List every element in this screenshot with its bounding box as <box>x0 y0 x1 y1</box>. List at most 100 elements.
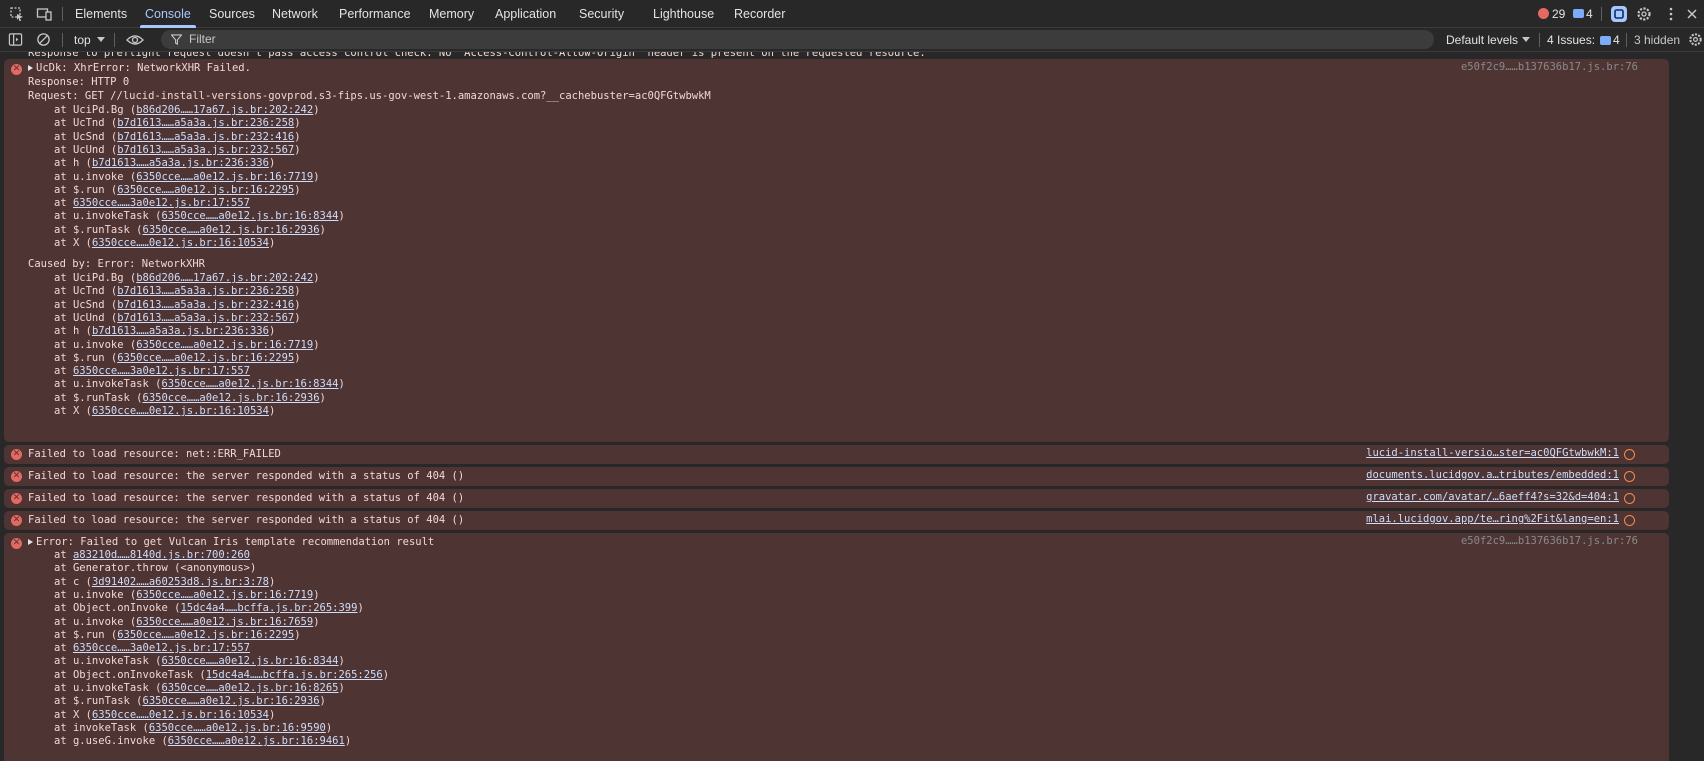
console-settings-icon[interactable] <box>1688 32 1703 47</box>
message-header[interactable]: UcDk: XhrError: NetworkXHR Failed. <box>28 61 251 75</box>
stack-frame-link[interactable]: 15dc4a4……bcffa.js.br:265:256 <box>206 669 383 681</box>
stack-frame-link[interactable]: 15dc4a4……bcffa.js.br:265:399 <box>180 602 357 614</box>
stack-frame: at u.invokeTask (6350cce……a0e12.js.br:16… <box>54 681 345 695</box>
stack-frame-text: ) <box>294 311 301 324</box>
stack-frame-text: at c ( <box>54 575 92 588</box>
stack-frame-text: at UcUnd ( <box>54 311 118 324</box>
ai-assistance-icon[interactable] <box>1610 5 1628 23</box>
issues-count[interactable]: 4 <box>1586 0 1593 28</box>
eye-icon[interactable] <box>126 33 144 47</box>
stack-frame-text: ) <box>268 237 276 249</box>
issues-icon[interactable] <box>1573 9 1584 18</box>
hidden-count: 3 hidden <box>1634 33 1681 47</box>
stack-frame-text: at invokeTask ( <box>54 721 149 734</box>
resource-link[interactable]: gravatar.com/avatar/…6aeff4?s=32&d=404:1 <box>1366 491 1619 503</box>
more-options-icon[interactable] <box>1663 6 1679 22</box>
stack-frame-link[interactable]: 6350cce……a0e12.js.br:16:8344 <box>161 655 338 667</box>
stack-frame-link[interactable]: b7d1613……a5a3a.js.br:236:336 <box>92 157 269 169</box>
stack-frame-link[interactable]: 6350cce……a0e12.js.br:16:7719 <box>136 171 313 183</box>
message-source-link[interactable]: e50f2c9……b137636b17.js.br:76 <box>1461 535 1638 547</box>
stack-frame-link[interactable]: 6350cce……a0e12.js.br:16:2295 <box>117 629 294 641</box>
tab-sources[interactable]: Sources <box>209 0 255 28</box>
tab-recorder[interactable]: Recorder <box>734 0 785 28</box>
stack-frame-link[interactable]: 6350cce……a0e12.js.br:16:2936 <box>143 392 320 404</box>
chevron-down-icon[interactable] <box>97 37 105 43</box>
expand-triangle-icon[interactable] <box>28 539 33 545</box>
error-count-icon[interactable] <box>1538 8 1549 19</box>
inspect-element-icon[interactable] <box>9 6 25 22</box>
network-request-icon[interactable] <box>1624 449 1635 460</box>
network-request-icon[interactable] <box>1624 493 1635 504</box>
tab-elements[interactable]: Elements <box>75 0 127 28</box>
network-request-icon[interactable] <box>1624 515 1635 526</box>
stack-frame-link[interactable]: 6350cce……a0e12.js.br:16:8344 <box>161 378 338 390</box>
stack-frame-link[interactable]: 6350cce……a0e12.js.br:16:9461 <box>168 735 345 747</box>
expand-triangle-icon[interactable] <box>28 65 33 71</box>
stack-frame-link[interactable]: b86d206……17a67.js.br:202:242 <box>136 104 313 116</box>
stack-frame: at $.run (6350cce……a0e12.js.br:16:2295) <box>54 628 301 642</box>
error-count[interactable]: 29 <box>1552 0 1565 28</box>
chevron-down-icon[interactable] <box>1522 37 1530 43</box>
issues-toolbar-count[interactable]: 4 <box>1613 28 1620 52</box>
stack-frame-link[interactable]: 6350cce……3a0e12.js.br:17:557 <box>73 365 250 377</box>
stack-frame-link[interactable]: b7d1613……a5a3a.js.br:236:336 <box>92 325 269 337</box>
stack-frame-link[interactable]: 6350cce……0e12.js.br:16:10534 <box>92 405 269 417</box>
network-request-icon[interactable] <box>1624 471 1635 482</box>
tab-application[interactable]: Application <box>495 0 556 28</box>
clear-console-icon[interactable] <box>36 32 51 47</box>
stack-frame-link[interactable]: b7d1613……a5a3a.js.br:232:416 <box>117 131 294 143</box>
tab-network[interactable]: Network <box>272 0 318 28</box>
issues-label[interactable]: 4 Issues: <box>1547 28 1595 52</box>
sidebar-toggle-icon[interactable] <box>8 32 23 47</box>
stack-frame-link[interactable]: 6350cce……a0e12.js.br:16:8265 <box>161 682 338 694</box>
stack-frame-link[interactable]: b7d1613……a5a3a.js.br:236:258 <box>117 117 294 129</box>
stack-frame-link[interactable]: 6350cce……a0e12.js.br:16:2936 <box>143 224 320 236</box>
stack-frame-link[interactable]: 6350cce……a0e12.js.br:16:7719 <box>136 339 313 351</box>
tab-security[interactable]: Security <box>579 0 624 28</box>
divider <box>62 33 63 47</box>
resource-link[interactable]: documents.lucidgov.a…tributes/embedded:1 <box>1366 469 1619 481</box>
filter-input[interactable]: Filter <box>161 30 1434 49</box>
stack-frame: at X (6350cce……0e12.js.br:16:10534) <box>54 708 275 722</box>
stack-frame: at $.runTask (6350cce……a0e12.js.br:16:29… <box>54 391 326 405</box>
stack-frame-link[interactable]: 6350cce……3a0e12.js.br:17:557 <box>73 197 250 209</box>
stack-frame-link[interactable]: b7d1613……a5a3a.js.br:232:567 <box>117 312 294 324</box>
tab-memory[interactable]: Memory <box>429 0 474 28</box>
stack-frame-link[interactable]: 6350cce……a0e12.js.br:16:9590 <box>149 722 326 734</box>
device-toolbar-icon[interactable] <box>36 6 52 22</box>
stack-frame-link[interactable]: 6350cce……0e12.js.br:16:10534 <box>92 709 269 721</box>
stack-frame-text: at UcTnd ( <box>54 285 118 298</box>
stack-frame-link[interactable]: 6350cce……a0e12.js.br:16:2295 <box>117 184 294 196</box>
stack-frame-link[interactable]: b7d1613……a5a3a.js.br:236:258 <box>117 285 294 297</box>
gear-icon[interactable] <box>1636 6 1652 22</box>
stack-frame-link[interactable]: b86d206……17a67.js.br:202:242 <box>136 272 313 284</box>
stack-frame: at u.invokeTask (6350cce……a0e12.js.br:16… <box>54 654 345 668</box>
context-selector[interactable]: top <box>74 28 91 52</box>
issues-icon[interactable] <box>1600 36 1611 45</box>
stack-frame-link[interactable]: b7d1613……a5a3a.js.br:232:416 <box>117 299 294 311</box>
stack-frame-link[interactable]: 6350cce……a0e12.js.br:16:8344 <box>161 210 338 222</box>
tab-lighthouse[interactable]: Lighthouse <box>653 0 714 28</box>
resource-link[interactable]: lucid-install-versio…ster=ac0QFGtwbwkM:1 <box>1366 447 1619 459</box>
stack-frame-link[interactable]: 6350cce……0e12.js.br:16:10534 <box>92 237 269 249</box>
message-header[interactable]: Error: Failed to get Vulcan Iris templat… <box>28 535 434 549</box>
stack-frame-text: at g.useG.invoke ( <box>54 735 168 748</box>
stack-frame-link[interactable]: b7d1613……a5a3a.js.br:232:567 <box>117 144 294 156</box>
stack-frame-link[interactable]: 6350cce……a0e12.js.br:16:2295 <box>117 352 294 364</box>
stack-frame-link[interactable]: 6350cce……3a0e12.js.br:17:557 <box>73 642 250 654</box>
divider <box>1539 33 1540 47</box>
close-icon[interactable] <box>1684 6 1700 22</box>
stack-frame-link[interactable]: a83210d……8140d.js.br:700:260 <box>73 549 250 561</box>
stack-frame-link[interactable]: 6350cce……a0e12.js.br:16:7659 <box>136 616 313 628</box>
tab-performance[interactable]: Performance <box>339 0 411 28</box>
resource-link[interactable]: mlai.lucidgov.app/te…ring%2Fit&lang=en:1 <box>1366 513 1619 525</box>
stack-frame-link[interactable]: 3d91402……a60253d8.js.br:3:78 <box>92 576 269 588</box>
stack-frame-link[interactable]: 6350cce……a0e12.js.br:16:7719 <box>136 589 313 601</box>
log-levels-dropdown[interactable]: Default levels <box>1446 28 1518 52</box>
tab-console[interactable]: Console <box>145 0 191 28</box>
message-source-link[interactable]: e50f2c9……b137636b17.js.br:76 <box>1461 61 1638 73</box>
stack-frame: at a83210d……8140d.js.br:700:260 <box>54 548 250 562</box>
stack-frame-link[interactable]: 6350cce……a0e12.js.br:16:2936 <box>143 695 320 707</box>
stack-frame: at h (b7d1613……a5a3a.js.br:236:336) <box>54 156 275 170</box>
stack-frame-text: at $.run ( <box>54 628 118 641</box>
